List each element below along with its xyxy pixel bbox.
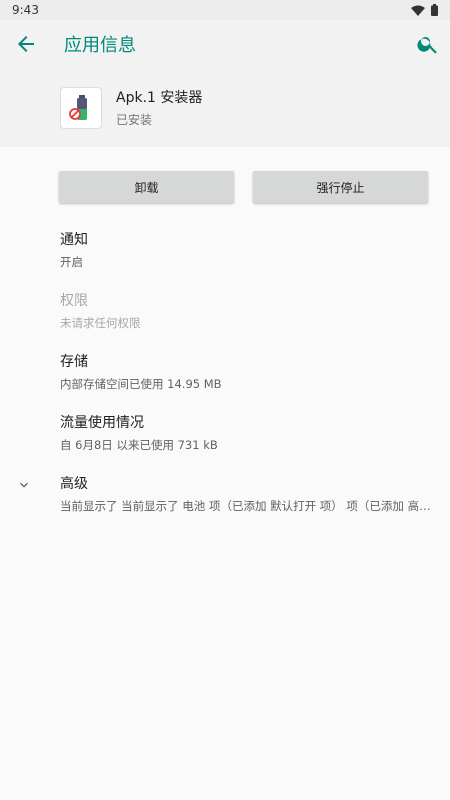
page-title: 应用信息 [64, 35, 136, 56]
permissions-title: 权限 [60, 293, 88, 309]
advanced-title: 高级 [60, 476, 88, 492]
storage-summary: 内部存储空间已使用 14.95 MB [60, 377, 222, 391]
data-usage-title: 流量使用情况 [60, 415, 144, 431]
notifications-title: 通知 [60, 232, 88, 248]
app-icon [60, 86, 102, 129]
app-install-status: 已安装 [116, 113, 153, 127]
status-time: 9:43 [12, 3, 39, 17]
data-usage-summary: 自 6月8日 以来已使用 731 kB [60, 438, 218, 452]
wifi-icon [411, 5, 425, 16]
storage-title: 存储 [60, 354, 88, 370]
status-bar: 9:43 [0, 0, 450, 20]
app-header: Apk.1 安装器 已安装 [0, 68, 450, 147]
back-arrow-icon[interactable] [14, 32, 38, 56]
notifications-item[interactable]: 通知 开启 [0, 223, 450, 284]
force-stop-button[interactable]: 强行停止 [253, 171, 428, 203]
advanced-item[interactable]: 高级 当前显示了 当前显示了 电池 项（已添加 默认打开 项） 项（已添加 高级… [0, 467, 450, 528]
apk-installer-icon [69, 94, 87, 120]
search-icon[interactable] [416, 32, 440, 56]
permissions-item[interactable]: 权限 未请求任何权限 [0, 284, 450, 345]
app-info: Apk.1 安装器 已安装 [116, 87, 202, 128]
app-bar: 应用信息 [0, 20, 450, 68]
action-buttons: 卸载 强行停止 [0, 147, 450, 203]
status-icons [411, 4, 438, 16]
chevron-down-icon [20, 482, 28, 488]
settings-list: 通知 开启 权限 未请求任何权限 存储 内部存储空间已使用 14.95 MB 流… [0, 223, 450, 528]
notifications-summary: 开启 [60, 255, 83, 269]
data-usage-item[interactable]: 流量使用情况 自 6月8日 以来已使用 731 kB [0, 406, 450, 467]
storage-item[interactable]: 存储 内部存储空间已使用 14.95 MB [0, 345, 450, 406]
advanced-summary: 当前显示了 当前显示了 电池 项（已添加 默认打开 项） 项（已添加 高级.. [60, 499, 436, 513]
app-name: Apk.1 安装器 [116, 90, 203, 106]
battery-icon [431, 4, 438, 16]
uninstall-button[interactable]: 卸载 [59, 171, 234, 203]
permissions-summary: 未请求任何权限 [60, 316, 141, 330]
